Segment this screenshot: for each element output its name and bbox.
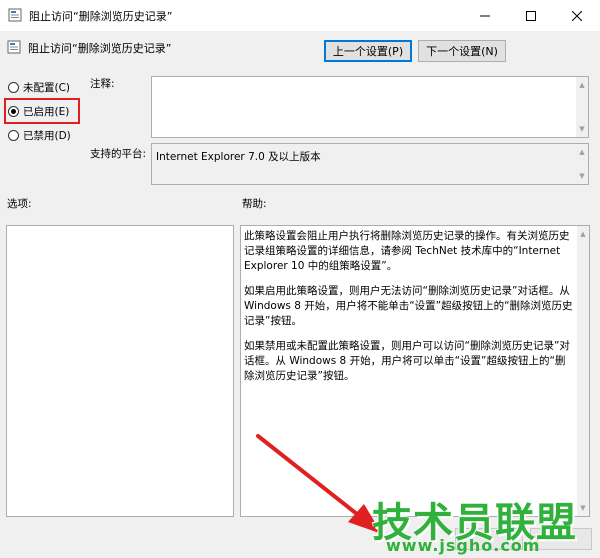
radio-label: 已禁用(D) [23, 129, 71, 142]
radio-circle[interactable] [8, 129, 19, 141]
options-label: 选项: [7, 198, 32, 210]
policy-title: 阻止访问“删除浏览历史记录” [28, 42, 172, 55]
help-paragraph: 如果启用此策略设置，则用户无法访问“删除浏览历史记录”对话框。从 Windows… [244, 285, 573, 327]
minimize-button[interactable] [462, 0, 508, 31]
platform-value: Internet Explorer 7.0 及以上版本 [156, 151, 321, 163]
red-highlight-box [4, 98, 80, 124]
minimize-icon [480, 15, 490, 16]
options-pane [6, 225, 234, 517]
scroll-up-icon[interactable]: ▲ [576, 146, 588, 158]
policy-setting-icon [7, 40, 21, 54]
help-label: 帮助: [242, 198, 267, 210]
policy-icon [8, 8, 22, 22]
window-title: 阻止访问“删除浏览历史记录” [29, 10, 173, 23]
scroll-up-icon[interactable]: ▲ [577, 228, 589, 240]
platform-scrollbar[interactable]: ▲ ▼ [576, 144, 588, 184]
previous-setting-button[interactable]: 上一个设置(P) [324, 40, 412, 62]
comment-textarea[interactable]: ▲ ▼ [151, 76, 589, 138]
help-text: 此策略设置会阻止用户执行将删除浏览历史记录的操作。有关浏览历史记录组策略设置的详… [244, 229, 575, 394]
scroll-up-icon[interactable]: ▲ [576, 79, 588, 91]
scroll-down-icon[interactable]: ▼ [576, 170, 588, 182]
title-bar: 阻止访问“删除浏览历史记录” [0, 0, 600, 31]
close-icon [572, 10, 582, 21]
platform-field: Internet Explorer 7.0 及以上版本 ▲ ▼ [151, 143, 589, 185]
scroll-down-icon[interactable]: ▼ [577, 502, 589, 514]
radio-disabled[interactable]: 已禁用(D) [8, 126, 71, 144]
close-button[interactable] [554, 0, 600, 31]
scroll-down-icon[interactable]: ▼ [576, 123, 588, 135]
next-setting-button[interactable]: 下一个设置(N) [418, 40, 506, 62]
help-paragraph: 如果禁用或未配置此策略设置，则用户可以访问“删除浏览历史记录”对话框。从 Win… [244, 340, 570, 382]
watermark-url: www.jsgho.com [386, 536, 541, 555]
help-scrollbar[interactable]: ▲ ▼ [577, 226, 589, 516]
radio-circle[interactable] [8, 81, 19, 93]
help-paragraph: 此策略设置会阻止用户执行将删除浏览历史记录的操作。有关浏览历史记录组策略设置的详… [244, 230, 570, 272]
comment-scrollbar[interactable]: ▲ ▼ [576, 77, 588, 137]
red-arrow-annotation [256, 434, 382, 534]
platform-label: 支持的平台: [90, 148, 147, 160]
radio-not-configured[interactable]: 未配置(C) [8, 78, 70, 96]
maximize-button[interactable] [508, 0, 554, 31]
maximize-icon [526, 10, 536, 21]
comment-label: 注释: [90, 78, 115, 90]
radio-label: 未配置(C) [23, 81, 71, 94]
